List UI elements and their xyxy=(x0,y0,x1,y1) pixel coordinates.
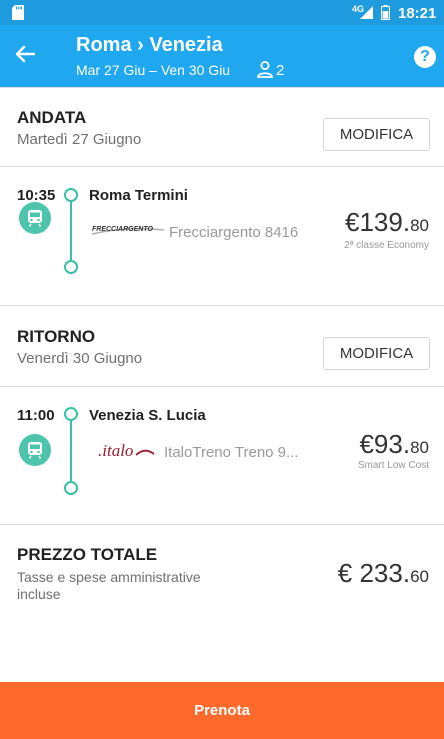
total-label: PREZZO TOTALE xyxy=(17,545,158,564)
outbound-label: ANDATA xyxy=(17,108,87,127)
help-button[interactable]: ? xyxy=(414,46,436,68)
train-name: Frecciargento 8416 xyxy=(169,224,299,241)
divider xyxy=(0,305,444,306)
departure-station: Venezia S. Lucia xyxy=(89,407,206,424)
fare-class: Smart Low Cost xyxy=(357,460,429,471)
outbound-header: ANDATA Martedì 27 Giugno MODIFICA xyxy=(0,88,444,166)
travel-dates: Mar 27 Giu – Ven 30 Giu xyxy=(76,62,231,78)
route-start-dot xyxy=(64,407,78,421)
route-start-dot xyxy=(64,188,78,202)
route-title: Roma › Venezia xyxy=(76,34,223,56)
total-amount: € 233.60 xyxy=(338,558,429,589)
frecciargento-logo-text: FRECCIARGENTO xyxy=(92,226,153,233)
return-price: €93.80 xyxy=(359,429,429,460)
departure-station: Roma Termini xyxy=(89,187,188,204)
status-bar: 4G 18:21 xyxy=(0,0,444,25)
price-main: €139. xyxy=(345,207,411,237)
amount-main: € 233. xyxy=(337,558,411,588)
clock: 18:21 xyxy=(398,5,437,22)
route-line xyxy=(70,421,72,481)
price-cents: 80 xyxy=(410,216,429,235)
frecciargento-logo: FRECCIARGENTO xyxy=(91,226,165,235)
departure-time: 11:00 xyxy=(17,407,55,424)
total-note: Tasse e spese amministrative incluse xyxy=(17,569,201,602)
arrow-left-icon xyxy=(15,45,36,63)
total-section: PREZZO TOTALE Tasse e spese amministrati… xyxy=(0,525,444,615)
route-end-dot xyxy=(64,260,78,274)
outbound-price: €139.80 xyxy=(345,207,429,238)
train-icon xyxy=(28,210,42,227)
return-trip[interactable]: 11:00 Venezia S. Lucia .italo ItaloTreno… xyxy=(0,387,444,507)
price-main: €93. xyxy=(359,429,411,459)
return-label: RITORNO xyxy=(17,327,96,346)
train-icon xyxy=(28,442,42,459)
train-name: ItaloTreno Treno 9... xyxy=(164,444,299,461)
question-icon: ? xyxy=(420,48,430,65)
fare-class: 2ª classe Economy xyxy=(344,240,429,251)
book-button[interactable]: Prenota xyxy=(0,682,444,739)
return-header: RITORNO Venerdì 30 Giugno MODIFICA xyxy=(0,307,444,385)
train-badge xyxy=(19,434,51,466)
modify-return-button[interactable]: MODIFICA xyxy=(323,337,430,370)
app-bar: Roma › Venezia Mar 27 Giu – Ven 30 Giu 2… xyxy=(0,25,444,87)
price-cents: 80 xyxy=(410,438,429,457)
signal-icon xyxy=(360,6,373,19)
train-badge xyxy=(19,202,51,234)
outbound-date: Martedì 27 Giugno xyxy=(17,131,142,148)
route-end-dot xyxy=(64,481,78,495)
route-line xyxy=(70,202,72,260)
outbound-trip[interactable]: 10:35 Roma Termini FRECCIARGENTO Freccia… xyxy=(0,167,444,287)
return-date: Venerdì 30 Giugno xyxy=(17,350,143,367)
person-icon xyxy=(257,61,273,78)
italo-logo: .italo xyxy=(98,441,155,460)
italo-logo-text: .italo xyxy=(98,441,133,460)
modify-outbound-button[interactable]: MODIFICA xyxy=(323,118,430,151)
sd-card-icon xyxy=(12,5,24,20)
amount-cents: 60 xyxy=(410,567,429,586)
passenger-count: 2 xyxy=(276,62,285,79)
battery-icon xyxy=(381,5,390,20)
back-button[interactable] xyxy=(10,39,40,69)
